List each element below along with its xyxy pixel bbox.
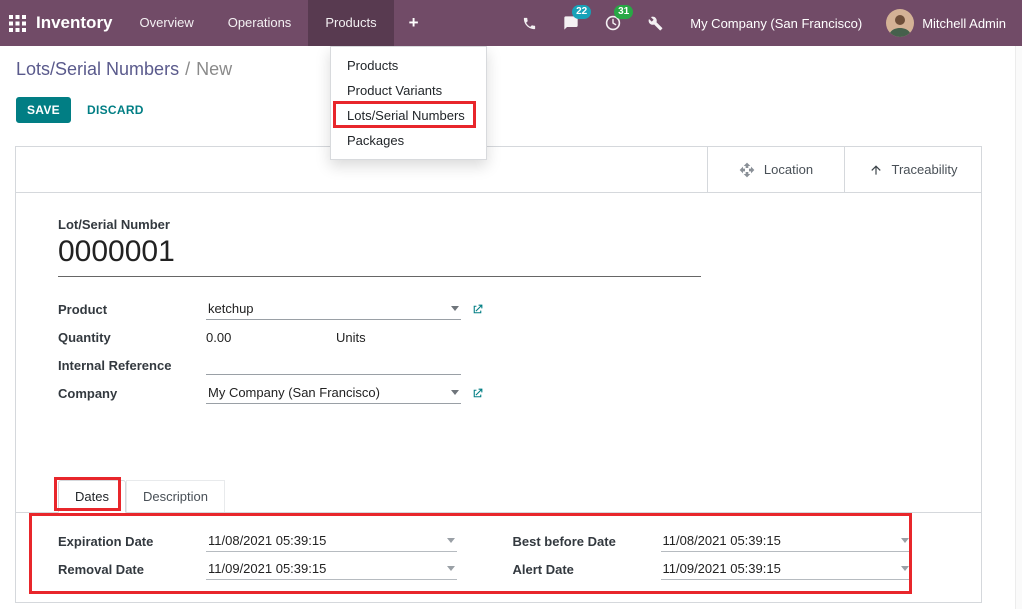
save-button[interactable]: SAVE (16, 97, 71, 123)
product-value: ketchup (208, 301, 254, 316)
products-dropdown-menu: Products Product Variants Lots/Serial Nu… (330, 46, 487, 160)
arrow-up-icon (869, 163, 883, 177)
company-external-link-icon[interactable] (471, 387, 484, 400)
caret-down-icon[interactable] (901, 538, 909, 543)
action-buttons: SAVE DISCARD (16, 97, 144, 123)
caret-down-icon[interactable] (447, 566, 455, 571)
removal-date-row: Removal Date 11/09/2021 05:39:15 (58, 555, 457, 583)
breadcrumb-separator: / (185, 59, 190, 79)
internal-reference-field-row: Internal Reference (58, 351, 658, 379)
nav-operations[interactable]: Operations (211, 0, 309, 46)
alert-date-value: 11/09/2021 05:39:15 (663, 561, 781, 576)
activities-icon[interactable]: 31 (592, 0, 634, 46)
menu-item-product-variants[interactable]: Product Variants (331, 78, 486, 103)
expiration-date-row: Expiration Date 11/08/2021 05:39:15 (58, 527, 457, 555)
apps-menu-icon[interactable] (0, 0, 34, 46)
quantity-unit: Units (336, 330, 366, 345)
best-before-date-input[interactable]: 11/08/2021 05:39:15 (661, 530, 912, 552)
location-button-label: Location (764, 162, 813, 177)
alert-date-label: Alert Date (513, 562, 661, 577)
removal-date-label: Removal Date (58, 562, 206, 577)
caret-down-icon[interactable] (451, 306, 459, 311)
form-header: Location Traceability (16, 147, 981, 193)
best-before-date-row: Best before Date 11/08/2021 05:39:15 (513, 527, 912, 555)
company-switcher[interactable]: My Company (San Francisco) (676, 16, 876, 31)
alert-date-input[interactable]: 11/09/2021 05:39:15 (661, 558, 912, 580)
main-fields: Product ketchup Quantity 0.00 Units Inte… (58, 295, 658, 407)
vertical-scrollbar[interactable] (1015, 46, 1022, 609)
breadcrumb: Lots/Serial Numbers / New (16, 59, 232, 80)
expiration-date-value: 11/08/2021 05:39:15 (208, 533, 326, 548)
expiration-date-input[interactable]: 11/08/2021 05:39:15 (206, 530, 457, 552)
messages-badge: 22 (572, 5, 591, 19)
discard-button[interactable]: DISCARD (87, 103, 144, 117)
dates-tab-content: Expiration Date 11/08/2021 05:39:15 Remo… (16, 513, 981, 583)
breadcrumb-parent[interactable]: Lots/Serial Numbers (16, 59, 179, 79)
traceability-button[interactable]: Traceability (844, 147, 981, 192)
move-arrows-icon (739, 162, 755, 178)
internal-reference-label: Internal Reference (58, 358, 206, 373)
quantity-label: Quantity (58, 330, 206, 345)
internal-reference-input[interactable] (206, 355, 461, 375)
best-before-date-label: Best before Date (513, 534, 661, 549)
new-record-button[interactable]: + (394, 0, 434, 46)
phone-icon[interactable] (508, 0, 550, 46)
tab-bar: Dates Description (16, 479, 981, 513)
tools-icon[interactable] (634, 0, 676, 46)
company-field-row: Company My Company (San Francisco) (58, 379, 658, 407)
caret-down-icon[interactable] (901, 566, 909, 571)
menu-item-packages[interactable]: Packages (331, 128, 486, 153)
menu-item-lots-serial-numbers[interactable]: Lots/Serial Numbers (331, 103, 486, 128)
lot-serial-number-input[interactable]: 0000001 (58, 235, 701, 277)
caret-down-icon[interactable] (447, 538, 455, 543)
alert-date-row: Alert Date 11/09/2021 05:39:15 (513, 555, 912, 583)
location-button[interactable]: Location (707, 147, 844, 192)
notebook: Dates Description Expiration Date 11/08/… (16, 479, 981, 583)
dates-right-column: Best before Date 11/08/2021 05:39:15 Ale… (513, 527, 912, 583)
expiration-date-label: Expiration Date (58, 534, 206, 549)
activities-badge: 31 (614, 5, 633, 19)
page: Inventory Overview Operations Products +… (0, 0, 1022, 609)
top-navbar: Inventory Overview Operations Products +… (0, 0, 1022, 46)
best-before-date-value: 11/08/2021 05:39:15 (663, 533, 781, 548)
product-select[interactable]: ketchup (206, 298, 461, 320)
quantity-field-row: Quantity 0.00 Units (58, 323, 658, 351)
removal-date-input[interactable]: 11/09/2021 05:39:15 (206, 558, 457, 580)
breadcrumb-current: New (196, 59, 232, 79)
lot-serial-number-label: Lot/Serial Number (58, 217, 170, 232)
removal-date-value: 11/09/2021 05:39:15 (208, 561, 326, 576)
grid-icon (9, 15, 26, 32)
company-select[interactable]: My Company (San Francisco) (206, 382, 461, 404)
product-external-link-icon[interactable] (471, 303, 484, 316)
product-field-row: Product ketchup (58, 295, 658, 323)
company-value: My Company (San Francisco) (208, 385, 380, 400)
form-sheet: Location Traceability Lot/Serial Number … (15, 146, 982, 603)
dates-left-column: Expiration Date 11/08/2021 05:39:15 Remo… (58, 527, 457, 583)
tab-description[interactable]: Description (126, 480, 225, 512)
nav-products[interactable]: Products (308, 0, 393, 46)
tab-dates[interactable]: Dates (58, 480, 126, 513)
stat-button-box: Location Traceability (707, 147, 981, 192)
company-label: Company (58, 386, 206, 401)
user-menu[interactable]: Mitchell Admin (922, 16, 1006, 31)
caret-down-icon[interactable] (451, 390, 459, 395)
nav-overview[interactable]: Overview (123, 0, 211, 46)
messages-icon[interactable]: 22 (550, 0, 592, 46)
user-avatar[interactable] (886, 9, 914, 37)
quantity-value[interactable]: 0.00 (206, 330, 336, 345)
app-title[interactable]: Inventory (36, 13, 113, 33)
traceability-button-label: Traceability (892, 162, 958, 177)
product-label: Product (58, 302, 206, 317)
menu-item-products[interactable]: Products (331, 53, 486, 78)
